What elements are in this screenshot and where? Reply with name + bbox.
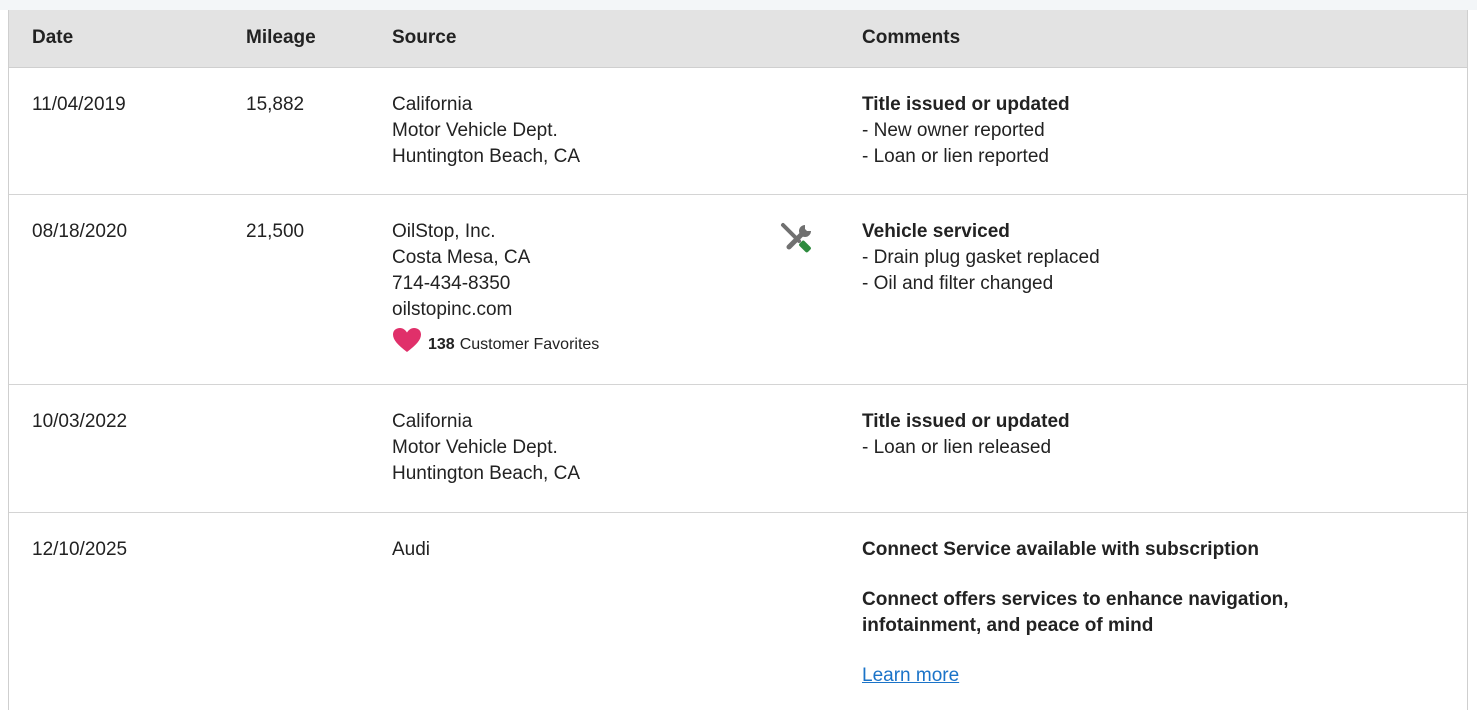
table-row: 10/03/2022 California Motor Vehicle Dept… bbox=[9, 385, 1467, 513]
row-date: 11/04/2019 bbox=[32, 94, 126, 115]
comment-title: Title issued or updated bbox=[862, 94, 1070, 115]
table-row: 08/18/2020 21,500 OilStop, Inc. Costa Me… bbox=[9, 195, 1467, 385]
comment-item: - Drain plug gasket replaced bbox=[862, 247, 1100, 268]
comment-title: Connect Service available with subscript… bbox=[862, 539, 1260, 560]
heart-icon bbox=[392, 327, 422, 362]
comment-item: - Loan or lien reported bbox=[862, 146, 1049, 167]
header-source: Source bbox=[392, 27, 457, 48]
comment-item: - Loan or lien released bbox=[862, 437, 1052, 458]
source-line: Motor Vehicle Dept. bbox=[392, 437, 558, 458]
source-line: Huntington Beach, CA bbox=[392, 146, 581, 167]
table-row: 11/04/2019 15,882 California Motor Vehic… bbox=[9, 68, 1467, 195]
header-date: Date bbox=[32, 27, 74, 48]
source-line: Motor Vehicle Dept. bbox=[392, 120, 558, 141]
row-comments: Title issued or updated - New owner repo… bbox=[862, 92, 1070, 170]
vehicle-history-table: Date Mileage Source Comments 11/04/2019 … bbox=[8, 10, 1468, 710]
comment-item: - Oil and filter changed bbox=[862, 273, 1054, 294]
source-line: Costa Mesa, CA bbox=[392, 247, 531, 268]
row-date: 12/10/2025 bbox=[32, 539, 128, 560]
source-line: 714-434-8350 bbox=[392, 273, 511, 294]
comment-title: Vehicle serviced bbox=[862, 221, 1010, 242]
row-source: California Motor Vehicle Dept. Huntingto… bbox=[392, 409, 580, 487]
source-line: oilstopinc.com bbox=[392, 299, 513, 320]
favorites-label: Customer Favorites bbox=[459, 335, 600, 353]
row-source: Audi bbox=[392, 537, 430, 563]
favorites-count: 138 bbox=[428, 335, 455, 353]
row-source: OilStop, Inc. Costa Mesa, CA 714-434-835… bbox=[392, 219, 599, 362]
row-mileage: 15,882 bbox=[246, 94, 305, 115]
comment-item: - New owner reported bbox=[862, 120, 1045, 141]
row-comments: Connect Service available with subscript… bbox=[862, 537, 1289, 689]
comment-paragraph: Connect offers services to enhance navig… bbox=[862, 589, 1289, 610]
source-line: California bbox=[392, 411, 473, 432]
page-top-strip bbox=[0, 0, 1477, 10]
row-date: 08/18/2020 bbox=[32, 221, 128, 242]
source-line: OilStop, Inc. bbox=[392, 221, 496, 242]
service-tools-icon bbox=[777, 219, 817, 267]
row-mileage: 21,500 bbox=[246, 221, 305, 242]
header-mileage: Mileage bbox=[246, 27, 316, 48]
customer-favorites: 138 Customer Favorites bbox=[392, 327, 599, 362]
row-comments: Title issued or updated - Loan or lien r… bbox=[862, 409, 1070, 461]
table-row: 12/10/2025 Audi Connect Service availabl… bbox=[9, 513, 1467, 713]
row-source: California Motor Vehicle Dept. Huntingto… bbox=[392, 92, 580, 170]
source-line: Huntington Beach, CA bbox=[392, 463, 581, 484]
source-line: California bbox=[392, 94, 473, 115]
learn-more-link[interactable]: Learn more bbox=[862, 663, 959, 689]
comment-paragraph: infotainment, and peace of mind bbox=[862, 615, 1154, 636]
row-date: 10/03/2022 bbox=[32, 411, 128, 432]
row-comments: Vehicle serviced - Drain plug gasket rep… bbox=[862, 219, 1100, 297]
comment-title: Title issued or updated bbox=[862, 411, 1070, 432]
source-line: Audi bbox=[392, 539, 431, 560]
header-comments: Comments bbox=[862, 27, 961, 48]
table-header: Date Mileage Source Comments bbox=[9, 10, 1467, 68]
